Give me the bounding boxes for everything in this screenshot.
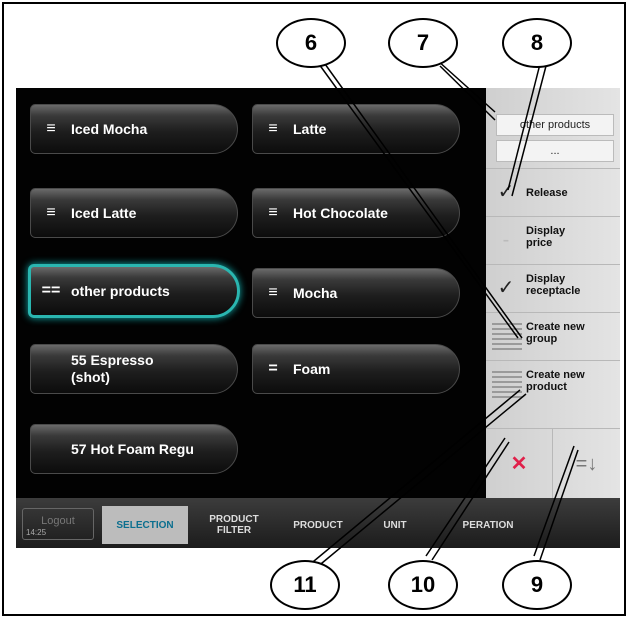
callout-7: 7	[388, 18, 458, 68]
leader-line-7-outline	[439, 65, 496, 121]
leader-line-10-outline	[431, 441, 510, 561]
callout-10: 10	[388, 560, 458, 610]
callout-11: 11	[270, 560, 340, 610]
leader-line-10	[425, 437, 506, 557]
callout-6: 6	[276, 18, 346, 68]
leader-line-8	[507, 63, 541, 191]
callout-leader-lines	[307, 59, 579, 569]
callout-8: 8	[502, 18, 572, 68]
leader-line-7	[436, 59, 496, 113]
callout-9: 9	[502, 560, 572, 610]
leader-line-6	[315, 59, 519, 339]
leader-line-9-outline	[539, 449, 579, 561]
leader-line-9	[533, 445, 575, 557]
leader-line-8-outline	[511, 65, 547, 197]
leader-line-6-outline	[324, 63, 523, 339]
leader-line-11-outline	[315, 393, 527, 569]
leader-line-11	[307, 389, 521, 567]
